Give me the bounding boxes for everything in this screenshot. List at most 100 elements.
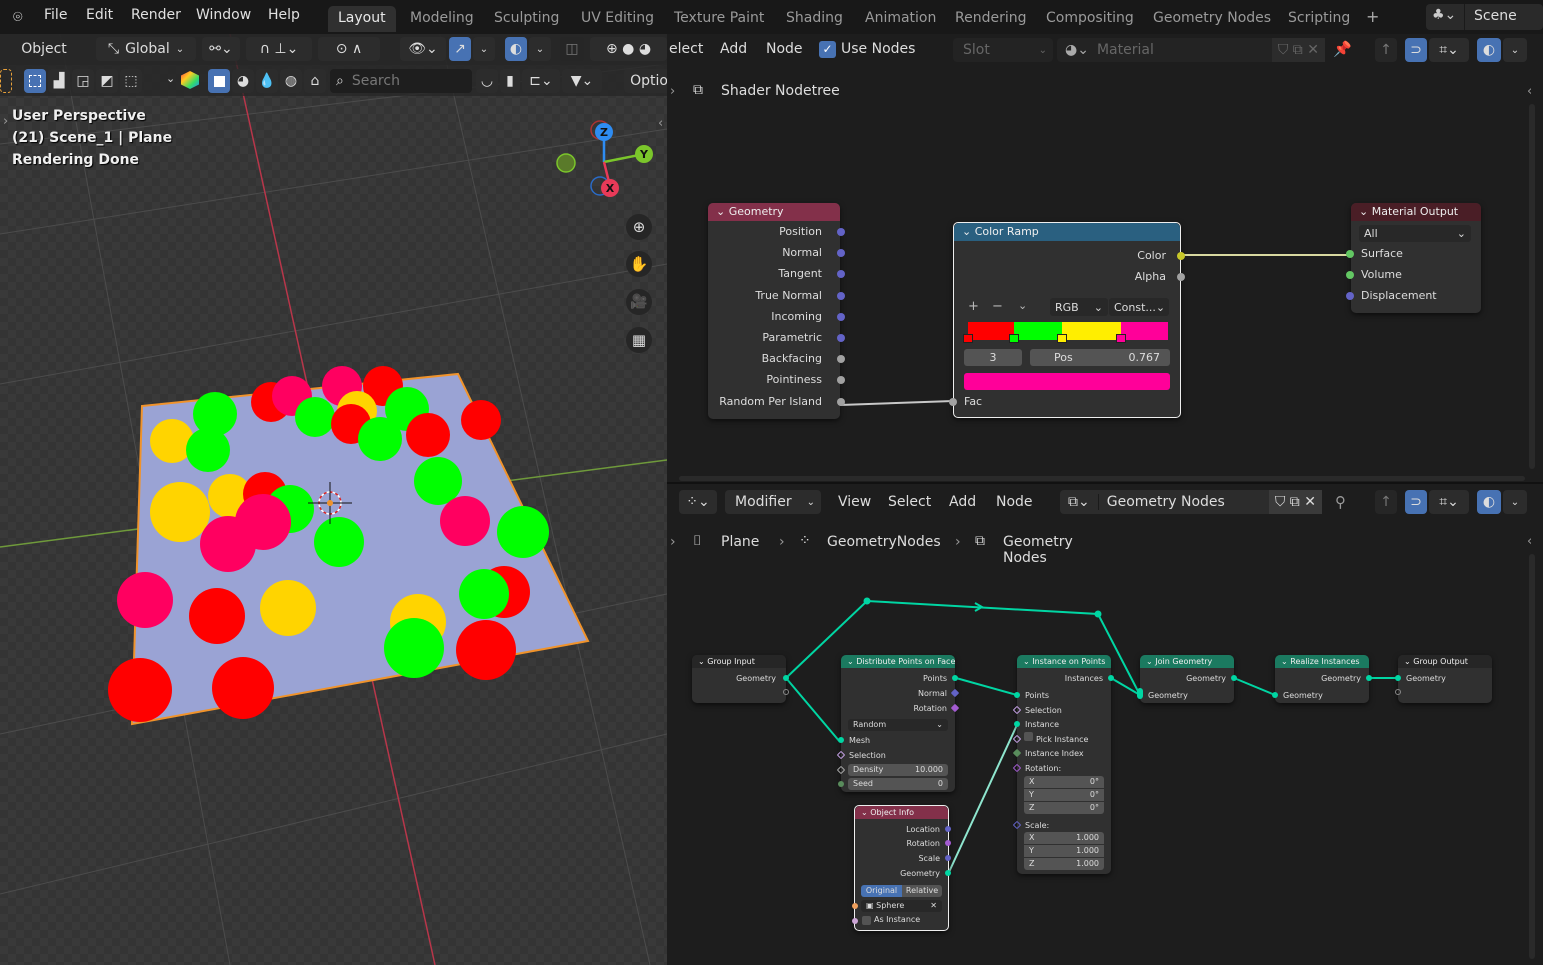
as-instance-checkbox[interactable] bbox=[862, 916, 871, 925]
node-header[interactable]: ⌄ Distribute Points on Faces bbox=[841, 655, 955, 668]
socket-geometry[interactable] bbox=[1395, 675, 1401, 681]
active-stop-color[interactable] bbox=[964, 373, 1170, 390]
hierarchy-dropdown[interactable]: ⊏⌄ bbox=[522, 69, 560, 93]
seed-field[interactable]: Seed 0 bbox=[848, 778, 948, 790]
socket-color[interactable] bbox=[1177, 252, 1185, 260]
group-output-node[interactable]: ⌄ Group Output Geometry bbox=[1395, 655, 1492, 703]
node-header[interactable]: ⌄ Instance on Points bbox=[1017, 655, 1111, 668]
input-socket[interactable] bbox=[1346, 271, 1354, 279]
proportional-editing[interactable]: ⊙ ∧ bbox=[318, 37, 380, 61]
scene-selector[interactable]: ♣⌄ Scene bbox=[1426, 4, 1543, 30]
group-input-node[interactable]: ⌄ Group Input Geometry bbox=[692, 655, 789, 703]
socket-geometry-multi[interactable] bbox=[1137, 688, 1143, 699]
output-socket[interactable] bbox=[837, 334, 845, 342]
node-header[interactable]: ⌄ Material Output bbox=[1351, 203, 1481, 221]
filter-selectable[interactable] bbox=[208, 69, 230, 93]
overlay-toggle[interactable]: ◐ bbox=[505, 37, 527, 61]
bookmark-toggle[interactable]: ▮ bbox=[500, 69, 520, 93]
socket-geometry-in[interactable] bbox=[1272, 692, 1278, 698]
menu-file[interactable]: File bbox=[44, 7, 67, 23]
xray-toggle[interactable]: ◫ bbox=[560, 37, 584, 61]
color-mode-dropdown[interactable]: RGB ⌄ bbox=[1050, 298, 1108, 316]
ramp-stop-handle[interactable] bbox=[1116, 334, 1127, 343]
tab-uv-editing[interactable]: UV Editing bbox=[571, 6, 664, 32]
relative-toggle[interactable]: Relative bbox=[902, 885, 942, 897]
cube-gradient-icon[interactable] bbox=[181, 71, 199, 89]
stop-position-field[interactable]: Pos 0.767 bbox=[1030, 349, 1170, 366]
grid-perspective-icon[interactable]: ▦ bbox=[626, 327, 652, 353]
distribute-method-dropdown[interactable]: Random ⌄ bbox=[848, 719, 948, 731]
socket-points[interactable] bbox=[952, 675, 958, 681]
gizmo-dropdown[interactable]: ⌄ bbox=[473, 37, 495, 61]
input-socket[interactable] bbox=[1346, 250, 1354, 258]
rotation-y-field[interactable]: Y 0° bbox=[1024, 789, 1104, 801]
pick-instance-checkbox[interactable] bbox=[1024, 732, 1033, 741]
rotation-z-field[interactable]: Z 0° bbox=[1024, 802, 1104, 814]
pan-hand-icon[interactable]: ✋ bbox=[626, 251, 652, 277]
socket-seed[interactable] bbox=[838, 781, 844, 787]
color-ramp-node[interactable]: ⌄ Color Ramp Color Alpha + − ⌄ RGB ⌄ Cons… bbox=[949, 222, 1185, 418]
node-header[interactable]: ⌄ Group Input bbox=[692, 655, 786, 668]
select-intersect[interactable]: ⬚ bbox=[120, 69, 142, 93]
scale-x-field[interactable]: X 1.000 bbox=[1024, 832, 1104, 844]
node-header[interactable]: ⌄ Geometry bbox=[708, 203, 840, 221]
ramp-stop-handle[interactable] bbox=[1009, 334, 1019, 343]
output-socket[interactable] bbox=[837, 291, 845, 300]
interpolation-dropdown[interactable]: Const... ⌄ bbox=[1109, 298, 1169, 316]
node-header[interactable]: ⌄ Group Output bbox=[1398, 655, 1492, 668]
chevron-down-icon[interactable]: ⌄ bbox=[166, 72, 175, 85]
distribute-points-node[interactable]: ⌄ Distribute Points on Faces Points Norm… bbox=[836, 655, 960, 792]
options-dropdown[interactable]: Optio bbox=[624, 69, 667, 93]
tab-geometry-nodes[interactable]: Geometry Nodes bbox=[1143, 6, 1281, 32]
output-socket[interactable] bbox=[837, 228, 845, 236]
tab-texture-paint[interactable]: Texture Paint bbox=[664, 6, 774, 32]
add-workspace-button[interactable]: + bbox=[1366, 7, 1379, 26]
navigation-gizmo[interactable]: Z Y X bbox=[548, 116, 658, 206]
target-dropdown[interactable]: All ⌄ bbox=[1359, 225, 1471, 242]
realize-instances-node[interactable]: ⌄ Realize Instances Geometry Geometry bbox=[1272, 655, 1372, 703]
socket-alpha[interactable] bbox=[1177, 273, 1185, 281]
node-header[interactable]: ⌄ Color Ramp bbox=[954, 223, 1180, 241]
mode-dropdown[interactable]: Object bbox=[8, 37, 80, 61]
socket-geometry[interactable] bbox=[783, 675, 789, 681]
select-extend[interactable]: ▟ bbox=[48, 69, 70, 93]
node-header[interactable]: ⌄ Join Geometry bbox=[1140, 655, 1234, 668]
menu-help[interactable]: Help bbox=[268, 7, 300, 23]
socket-location[interactable] bbox=[945, 826, 951, 832]
select-subtract[interactable]: ◲ bbox=[72, 69, 94, 93]
remove-stop-button[interactable]: − bbox=[992, 299, 1003, 314]
tab-scripting[interactable]: Scripting bbox=[1278, 6, 1360, 32]
collapse-sidebar-icon[interactable]: ‹ bbox=[658, 116, 663, 131]
filter-material[interactable]: ◕ bbox=[232, 69, 254, 93]
menu-edit[interactable]: Edit bbox=[86, 7, 113, 23]
node-header[interactable]: ⌄ Realize Instances bbox=[1275, 655, 1369, 668]
pivot-point-dropdown[interactable]: ⚯⌄ bbox=[202, 37, 240, 61]
tab-shading[interactable]: Shading bbox=[776, 6, 853, 32]
ramp-stop-handle[interactable] bbox=[1057, 334, 1067, 343]
gizmo-toggle[interactable]: ↗ bbox=[449, 37, 471, 61]
tab-compositing[interactable]: Compositing bbox=[1036, 6, 1144, 32]
geometry-input-node[interactable]: ⌄ Geometry Position Normal Tangent True Nor… bbox=[708, 203, 845, 419]
arc-toggle[interactable]: ◡ bbox=[476, 69, 498, 93]
select-tool-icon[interactable] bbox=[0, 69, 12, 93]
socket-empty[interactable] bbox=[783, 689, 789, 695]
material-output-node[interactable]: ⌄ Material Output All ⌄ Surface Volume Disp… bbox=[1346, 203, 1481, 313]
tab-rendering[interactable]: Rendering bbox=[945, 6, 1037, 32]
socket-rotation[interactable] bbox=[945, 840, 951, 846]
socket-instances[interactable] bbox=[1108, 675, 1114, 681]
visibility-dropdown[interactable]: 👁⌄ bbox=[400, 37, 446, 61]
menu-window[interactable]: Window bbox=[196, 7, 251, 23]
tab-layout[interactable]: Layout bbox=[328, 6, 396, 32]
color-ramp-bar[interactable] bbox=[963, 322, 1168, 343]
add-stop-button[interactable]: + bbox=[968, 299, 979, 314]
shading-modes[interactable]: ⊕ ● ◕ bbox=[590, 37, 667, 61]
snap-dropdown[interactable]: ∩ ⊥⌄ bbox=[246, 37, 312, 61]
blender-logo-icon[interactable]: ⌾ bbox=[13, 7, 23, 27]
socket-geometry-out[interactable] bbox=[1231, 675, 1237, 681]
input-socket[interactable] bbox=[1014, 692, 1020, 698]
scale-y-field[interactable]: Y 1.000 bbox=[1024, 845, 1104, 857]
ramp-menu-chevron-icon[interactable]: ⌄ bbox=[1018, 299, 1027, 312]
filter-dropdown[interactable]: ▼⌄ bbox=[562, 69, 602, 93]
socket-geometry[interactable] bbox=[945, 870, 951, 876]
object-selector[interactable]: ▣ Sphere ✕ bbox=[861, 900, 942, 912]
